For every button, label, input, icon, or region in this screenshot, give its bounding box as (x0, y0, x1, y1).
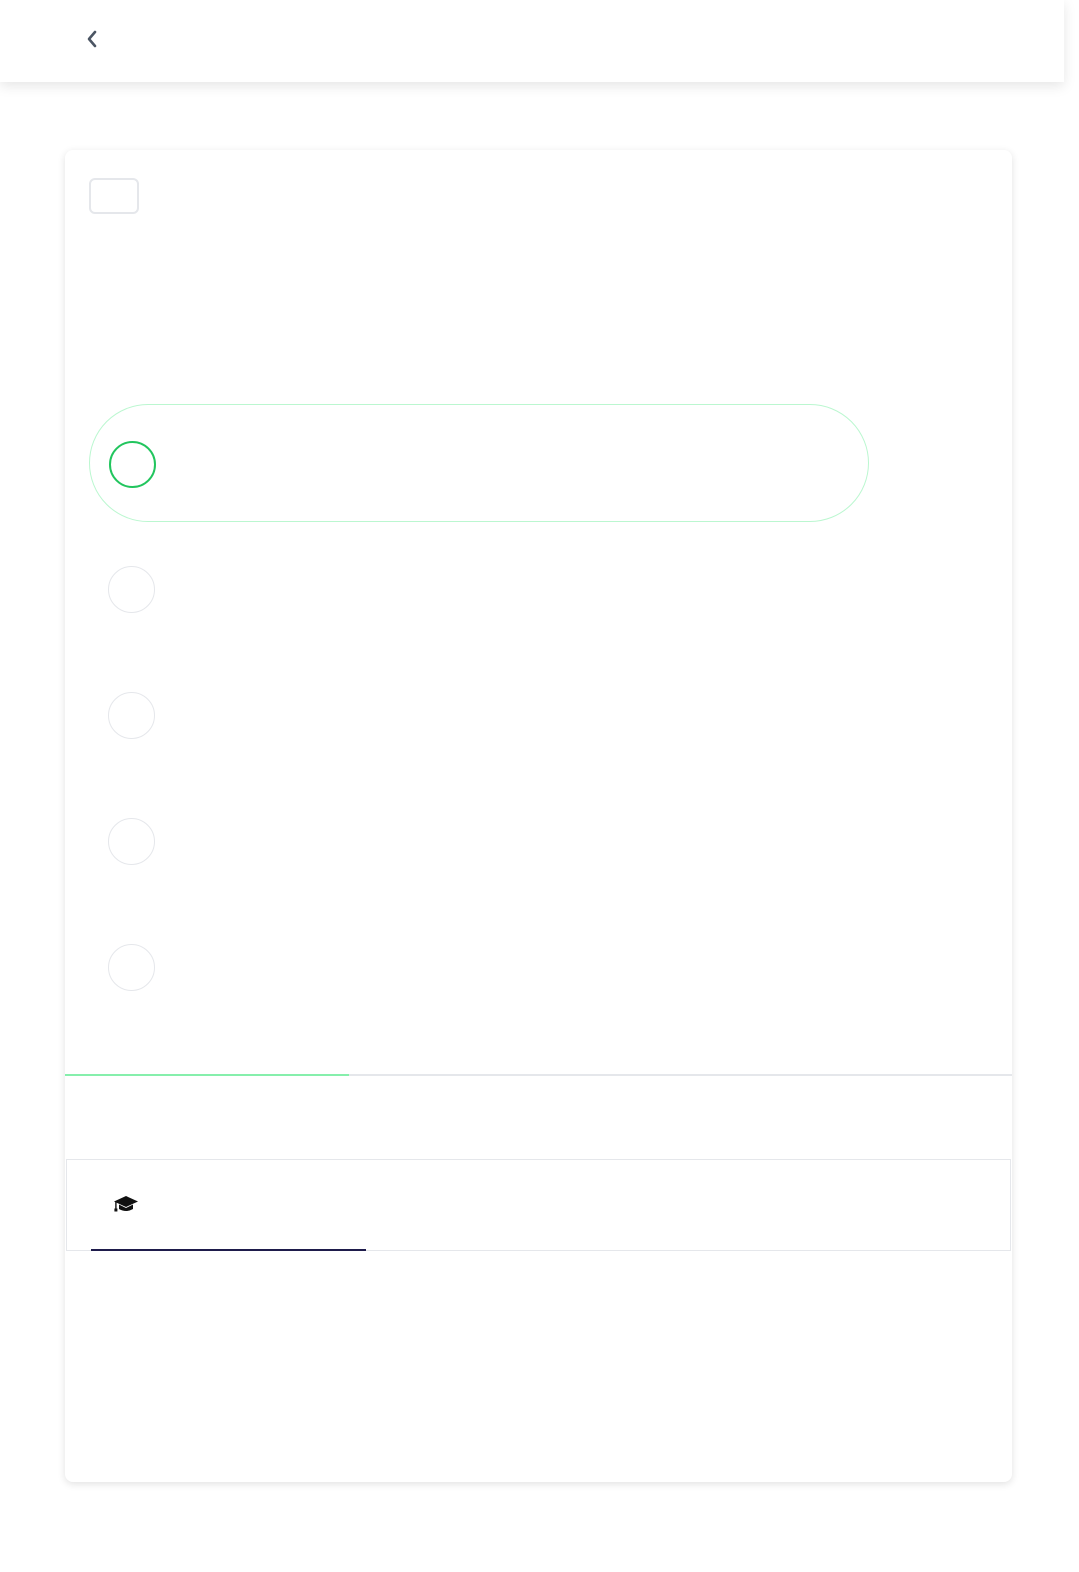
radio-button[interactable] (109, 441, 156, 488)
progress-bar (65, 1074, 1012, 1076)
top-bar (0, 0, 1064, 82)
radio-button[interactable] (108, 566, 155, 613)
tab-learn[interactable] (91, 1160, 366, 1251)
radio-button[interactable] (108, 818, 155, 865)
radio-button[interactable] (108, 944, 155, 991)
tab-bar (66, 1159, 1011, 1251)
answer-option-4[interactable] (89, 782, 869, 900)
radio-button[interactable] (108, 692, 155, 739)
progress-bar-fill (65, 1074, 350, 1076)
answer-option-5[interactable] (89, 908, 869, 1026)
chevron-left-icon (85, 30, 99, 53)
question-number-badge (89, 178, 139, 214)
answer-option-3[interactable] (89, 656, 869, 774)
answer-option-1[interactable] (89, 404, 869, 522)
back-button[interactable] (78, 27, 106, 55)
question-card (65, 150, 1012, 1482)
answer-option-2[interactable] (89, 530, 869, 648)
graduation-cap-icon (113, 1194, 139, 1214)
